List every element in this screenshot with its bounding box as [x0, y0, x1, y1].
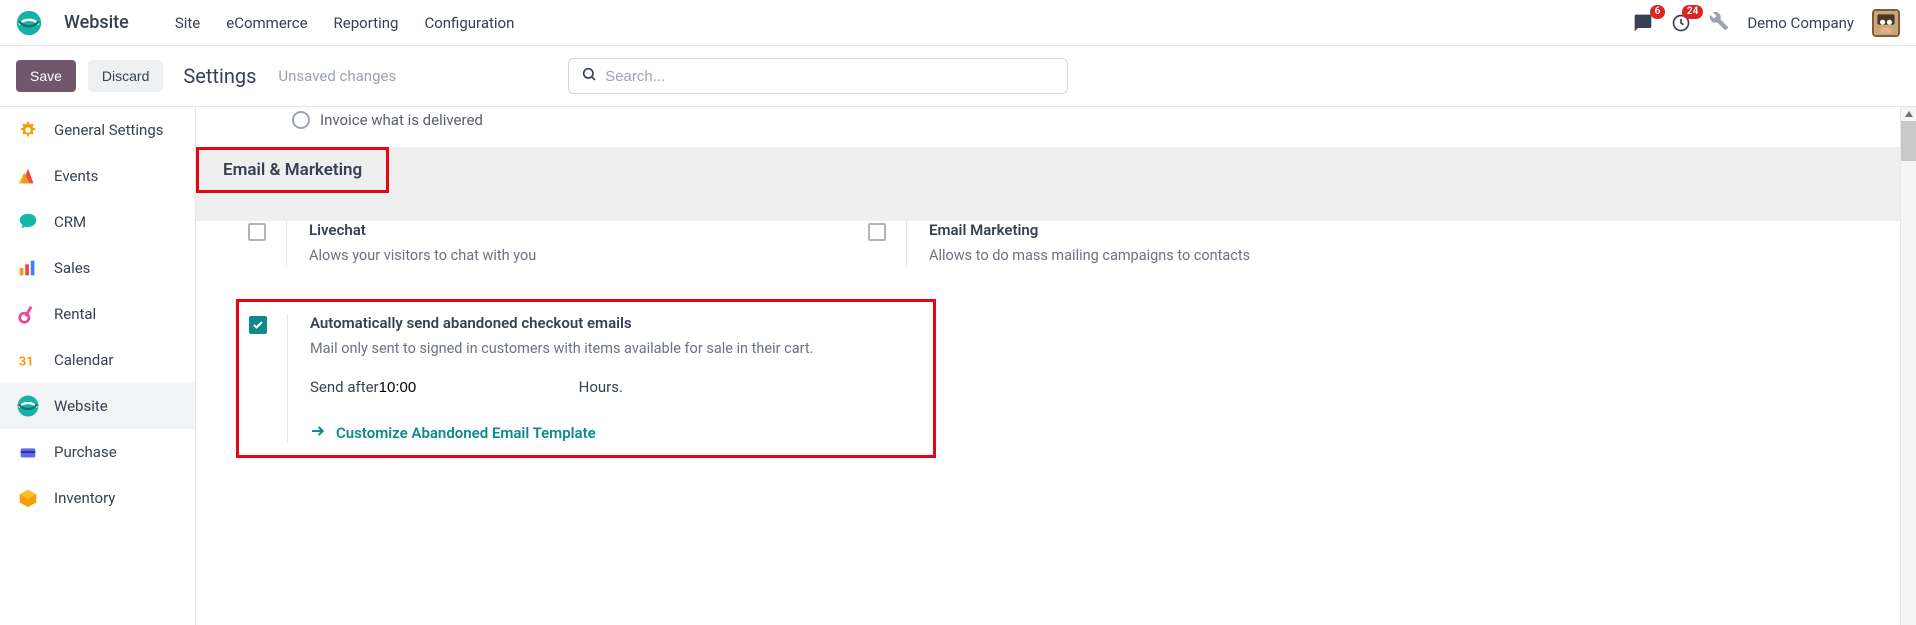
sidebar-item-label: CRM [54, 213, 86, 231]
sidebar-item-sales[interactable]: Sales [0, 245, 195, 291]
settings-sidebar[interactable]: General Settings Events CRM Sales Rental [0, 107, 196, 625]
app-brand[interactable]: Website [64, 12, 129, 33]
crm-icon [16, 210, 40, 234]
events-icon [16, 164, 40, 188]
setting-livechat: Livechat Alows your visitors to chat wit… [248, 221, 808, 267]
sidebar-item-label: Events [54, 167, 98, 185]
topnav-item-ecommerce[interactable]: eCommerce [226, 14, 307, 32]
topnav-item-reporting[interactable]: Reporting [334, 14, 399, 32]
invoice-option-label: Invoice what is delivered [320, 111, 483, 129]
sidebar-item-website[interactable]: Website [0, 383, 195, 429]
sidebar-item-events[interactable]: Events [0, 153, 195, 199]
action-bar: Save Discard Settings Unsaved changes [0, 46, 1916, 107]
customize-abandoned-template-link[interactable]: Customize Abandoned Email Template [310, 423, 596, 443]
send-after-unit: Hours. [579, 378, 623, 396]
sidebar-item-inventory[interactable]: Inventory [0, 475, 195, 521]
abandoned-highlight-box: Automatically send abandoned checkout em… [236, 299, 936, 458]
purchase-icon [16, 440, 40, 464]
arrow-right-icon [310, 423, 326, 443]
discard-button[interactable]: Discard [88, 60, 163, 92]
search-box[interactable] [568, 58, 1068, 94]
activities-badge: 24 [1682, 5, 1703, 19]
scroll-up-icon[interactable] [1901, 107, 1916, 121]
section-title-email-marketing: Email & Marketing [196, 147, 389, 193]
inventory-icon [16, 486, 40, 510]
company-name[interactable]: Demo Company [1747, 14, 1854, 32]
topnav-item-site[interactable]: Site [175, 14, 200, 32]
abandoned-title: Automatically send abandoned checkout em… [310, 314, 923, 332]
page-title: Settings [183, 64, 256, 88]
setting-abandoned: Automatically send abandoned checkout em… [249, 314, 923, 443]
activities-icon[interactable]: 24 [1671, 13, 1691, 33]
email-marketing-checkbox[interactable] [868, 223, 886, 241]
customize-link-label: Customize Abandoned Email Template [336, 424, 596, 442]
top-menu: Site eCommerce Reporting Configuration [175, 14, 515, 32]
setting-email-marketing: Email Marketing Allows to do mass mailin… [868, 221, 1428, 267]
sidebar-item-label: Inventory [54, 489, 115, 507]
user-avatar[interactable] [1872, 9, 1900, 37]
sidebar-item-label: Website [54, 397, 108, 415]
livechat-desc: Alows your visitors to chat with you [309, 245, 808, 267]
sidebar-item-label: General Settings [54, 121, 164, 139]
messages-badge: 6 [1650, 5, 1666, 19]
settings-main: Invoice what is delivered Email & Market… [196, 107, 1916, 625]
abandoned-desc: Mail only sent to signed in customers wi… [310, 338, 923, 360]
send-after-label: Send after [310, 378, 379, 396]
sidebar-item-label: Purchase [54, 443, 117, 461]
unsaved-status: Unsaved changes [278, 67, 396, 85]
email-marketing-desc: Allows to do mass mailing campaigns to c… [929, 245, 1428, 267]
send-after-input[interactable] [379, 379, 579, 397]
svg-text:31: 31 [19, 355, 34, 370]
livechat-checkbox[interactable] [248, 223, 266, 241]
search-icon [581, 66, 597, 86]
invoice-option-row: Invoice what is delivered [196, 107, 1916, 147]
app-logo [16, 10, 42, 36]
sidebar-item-rental[interactable]: Rental [0, 291, 195, 337]
save-button[interactable]: Save [16, 60, 76, 92]
top-nav: Website Site eCommerce Reporting Configu… [0, 0, 1916, 46]
topnav-item-configuration[interactable]: Configuration [424, 14, 514, 32]
sidebar-item-calendar[interactable]: 31 Calendar [0, 337, 195, 383]
scroll-thumb[interactable] [1901, 121, 1916, 161]
sales-icon [16, 256, 40, 280]
sidebar-item-general-settings[interactable]: General Settings [0, 107, 195, 153]
livechat-title: Livechat [309, 221, 808, 239]
gear-icon [16, 118, 40, 142]
sidebar-item-crm[interactable]: CRM [0, 199, 195, 245]
messages-icon[interactable]: 6 [1633, 13, 1653, 33]
debug-icon[interactable] [1709, 11, 1729, 35]
scrollbar[interactable] [1900, 107, 1916, 625]
search-input[interactable] [605, 68, 1055, 85]
sidebar-item-label: Sales [54, 259, 90, 277]
sidebar-item-purchase[interactable]: Purchase [0, 429, 195, 475]
radio-unchecked-icon[interactable] [292, 111, 310, 129]
rental-icon [16, 302, 40, 326]
sidebar-item-label: Calendar [54, 351, 114, 369]
calendar-icon: 31 [16, 348, 40, 372]
send-after-row: Send after Hours. [310, 378, 923, 397]
email-marketing-title: Email Marketing [929, 221, 1428, 239]
sidebar-item-label: Rental [54, 305, 96, 323]
website-icon [16, 394, 40, 418]
abandoned-checkbox[interactable] [249, 316, 267, 334]
